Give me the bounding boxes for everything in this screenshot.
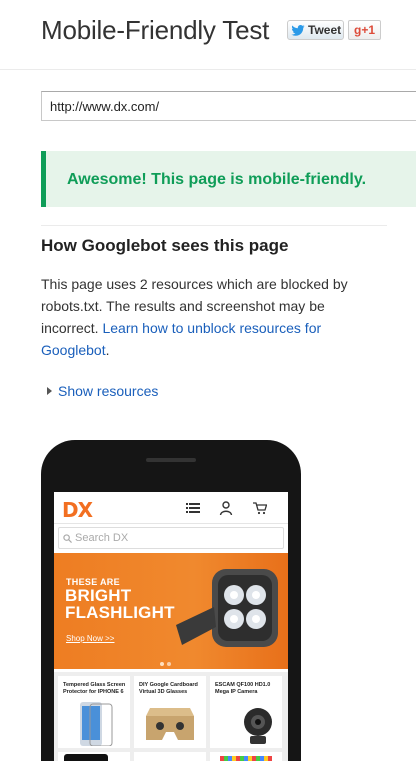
hero-shop-link: Shop Now >> [66,634,115,643]
show-resources-label: Show resources [58,383,159,399]
phone-screen: DX Search DX THESE ARE BRIGHT FLASHLIGHT… [54,492,288,761]
dx-search-placeholder: Search DX [75,532,129,544]
product-card [58,752,130,761]
product-card: Tempered Glass Screen Protector for IPHO… [58,676,130,748]
section-heading: How Googlebot sees this page [41,236,289,255]
dx-logo: DX [62,498,93,522]
product-card: DIY Google Cardboard Virtual 3D Glasses [134,676,206,748]
user-icon [219,501,233,515]
product-strip: Tempered Glass Screen Protector for IPHO… [54,672,288,761]
hero-banner: THESE ARE BRIGHT FLASHLIGHT Shop Now >> [54,553,288,669]
product-title: DIY Google Cardboard Virtual 3D Glasses [139,682,198,695]
product-card [210,752,282,761]
page-title: Mobile-Friendly Test [41,15,270,45]
phone-product-image [80,702,113,746]
twitter-bird-icon [291,24,305,36]
tweet-label: Tweet [308,23,342,37]
header: Mobile-Friendly Test Tweet g+1 [0,0,416,70]
cart-icon [253,502,267,515]
list-icon [186,503,200,513]
phone-speaker [146,458,196,462]
divider [41,225,387,226]
tweet-button[interactable]: Tweet [287,20,344,40]
hero-headline: BRIGHT FLASHLIGHT [65,587,175,621]
phone-preview: DX Search DX THESE ARE BRIGHT FLASHLIGHT… [41,440,301,761]
result-banner: Awesome! This page is mobile-friendly. [41,151,416,207]
show-resources-toggle[interactable]: Show resources [47,383,158,399]
blocked-resources-description: This page uses 2 resources which are blo… [41,273,381,361]
gplus-button[interactable]: g+1 [348,20,381,40]
url-input[interactable] [41,91,416,121]
camera-product-image [244,708,272,744]
link-suffix: . [105,342,110,358]
expand-triangle-icon [47,387,52,395]
product-title: Tempered Glass Screen Protector for IPHO… [63,682,126,695]
hero-line-2: FLASHLIGHT [65,603,175,622]
hero-line-1: BRIGHT [65,586,132,605]
product-title: ESCAM QF100 HD1.0 Mega IP Camera [215,682,271,695]
product-card: ESCAM QF100 HD1.0 Mega IP Camera [210,676,282,748]
hero-pagination [160,662,171,666]
cardboard-product-image [146,708,194,740]
result-message: Awesome! This page is mobile-friendly. [67,171,367,188]
product-card [134,752,206,761]
dx-search-input: Search DX [58,527,284,549]
search-icon [63,533,72,543]
flashlight-image [176,569,278,647]
dx-header: DX [54,492,288,524]
